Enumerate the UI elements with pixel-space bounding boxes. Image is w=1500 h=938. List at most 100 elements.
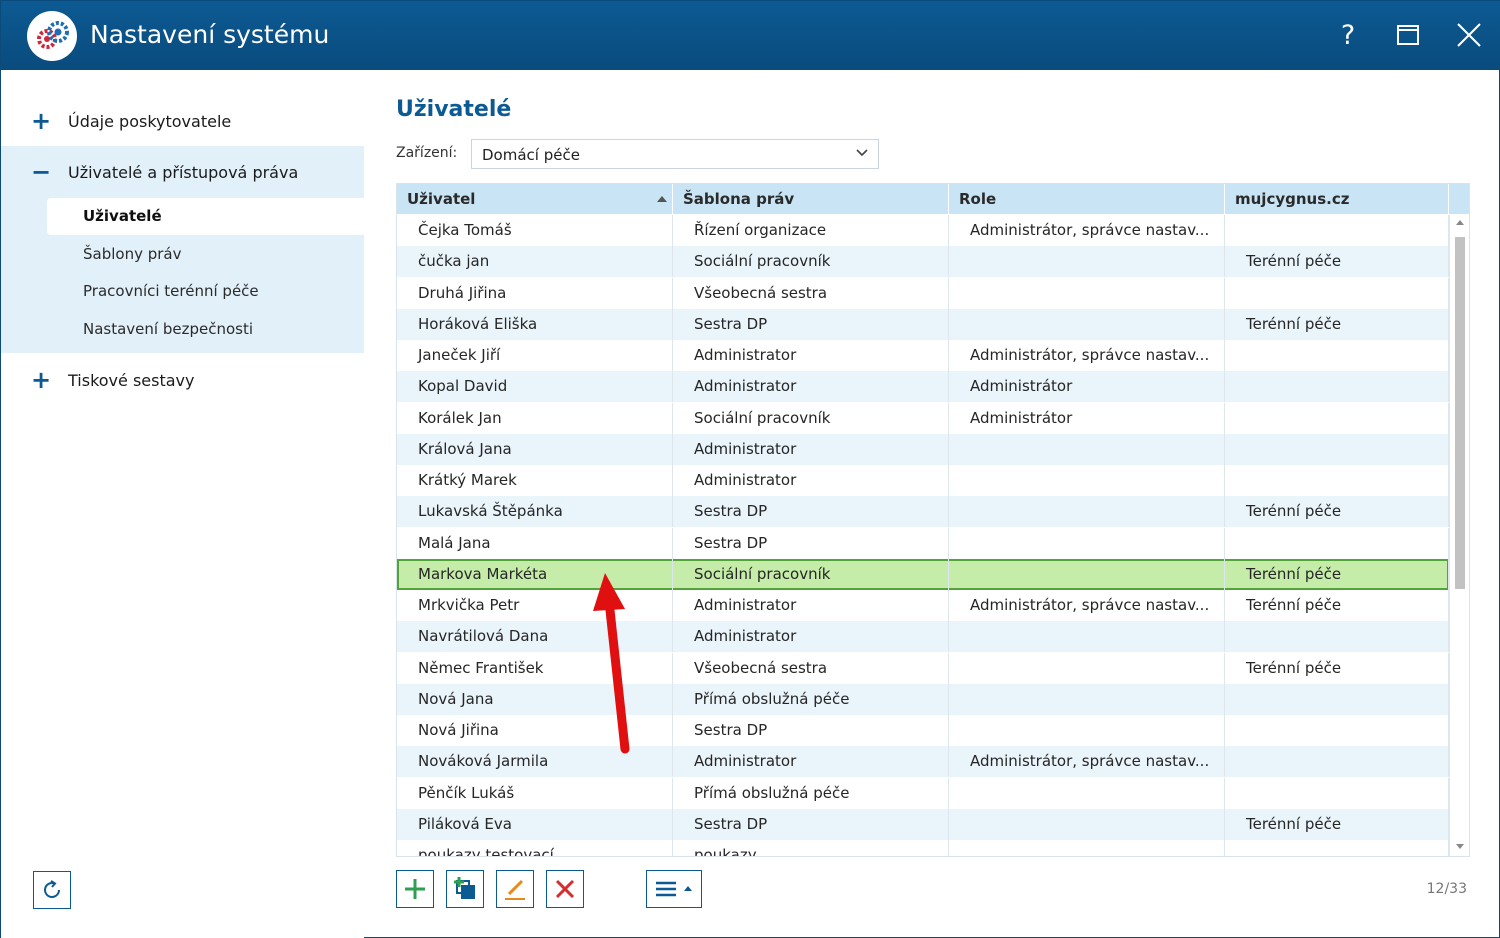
- cell-role: [949, 683, 1225, 715]
- delete-icon: [555, 879, 575, 899]
- maximize-button[interactable]: [1388, 15, 1428, 55]
- cell-mujcygnus: [1225, 465, 1449, 496]
- delete-button[interactable]: [546, 870, 584, 908]
- refresh-button[interactable]: [33, 871, 71, 909]
- table-row[interactable]: Nová Jiřina Sestra DP: [397, 715, 1449, 746]
- sidebar-section-provider-info[interactable]: + Údaje poskytovatele: [1, 96, 364, 147]
- table-row[interactable]: Mrkvička Petr Administrator Administrátor,…: [397, 590, 1449, 621]
- cell-rights-template: Administrator: [673, 433, 949, 465]
- cell-role: [949, 808, 1225, 840]
- close-button[interactable]: [1449, 15, 1489, 55]
- table-row[interactable]: Druhá Jiřina Všeobecná sestra: [397, 277, 1449, 309]
- table-row[interactable]: Králová Jana Administrator: [397, 433, 1449, 465]
- cell-role: Administrátor, správce nastav...: [949, 215, 1225, 246]
- table-row[interactable]: poukazy testovací poukazy: [397, 840, 1449, 856]
- cell-mujcygnus: [1225, 527, 1449, 559]
- cell-role: [949, 527, 1225, 559]
- menu-icon: [656, 881, 692, 897]
- cell-role: Administrátor, správce nastav...: [949, 340, 1225, 371]
- copy-add-button[interactable]: [446, 870, 484, 908]
- cell-rights-template: Sestra DP: [673, 308, 949, 340]
- cell-mujcygnus: Terénní péče: [1225, 246, 1449, 278]
- table-row[interactable]: Janeček Jiří Administrator Administrátor, …: [397, 340, 1449, 371]
- sidebar-section-print-reports[interactable]: + Tiskové sestavy: [1, 355, 364, 406]
- edit-button[interactable]: [496, 870, 534, 908]
- cell-mujcygnus: Terénní péče: [1225, 308, 1449, 340]
- cell-user: Krátký Marek: [397, 465, 673, 496]
- chevron-down-icon: [856, 149, 868, 157]
- sidebar-section-label: Tiskové sestavy: [68, 371, 195, 390]
- sidebar-section-users-and-rights[interactable]: − Uživatelé a přístupová práva: [1, 147, 364, 198]
- cell-rights-template: Sociální pracovník: [673, 558, 949, 590]
- column-header-label: Šablona práv: [683, 190, 795, 208]
- add-button[interactable]: [396, 870, 434, 908]
- sidebar-bottom-section-bg: [1, 353, 364, 938]
- table-row[interactable]: Němec František Všeobecná sestra Terénní p…: [397, 652, 1449, 684]
- scrollbar-thumb[interactable]: [1455, 237, 1465, 589]
- cell-mujcygnus: Terénní péče: [1225, 652, 1449, 684]
- cell-user: Malá Jana: [397, 527, 673, 559]
- table-row[interactable]: Piláková Eva Sestra DP Terénní péče: [397, 808, 1449, 840]
- cell-mujcygnus: Terénní péče: [1225, 808, 1449, 840]
- table-row[interactable]: Čejka Tomáš Řízení organizace Administráto…: [397, 215, 1449, 246]
- refresh-icon: [44, 880, 60, 898]
- cell-rights-template: Sestra DP: [673, 715, 949, 746]
- cell-rights-template: Přímá obslužná péče: [673, 777, 949, 809]
- column-header-rights-template[interactable]: Šablona práv: [673, 184, 949, 214]
- users-table: Uživatel Šablona práv Role mujcygnus.cz …: [396, 183, 1470, 857]
- column-header-mujcygnus[interactable]: mujcygnus.cz: [1225, 184, 1449, 214]
- table-row[interactable]: Malá Jana Sestra DP: [397, 527, 1449, 559]
- cell-role: [949, 246, 1225, 278]
- sidebar-item-label: Nastavení bezpečnosti: [83, 320, 254, 338]
- table-row[interactable]: Krátký Marek Administrator: [397, 465, 1449, 496]
- title-bar: Nastavení systému ?: [1, 1, 1500, 70]
- sidebar-item-label: Pracovníci terénní péče: [83, 282, 259, 300]
- sidebar-item-field-care-workers[interactable]: Pracovníci terénní péče: [1, 273, 364, 310]
- vertical-scrollbar[interactable]: [1449, 215, 1469, 856]
- cell-role: [949, 840, 1225, 856]
- cell-role: [949, 496, 1225, 528]
- cell-rights-template: Administrator: [673, 340, 949, 371]
- table-row[interactable]: Korálek Jan Sociální pracovník Administrát…: [397, 402, 1449, 434]
- scroll-down-icon[interactable]: [1456, 844, 1464, 849]
- table-row[interactable]: Lukavská Štěpánka Sestra DP Terénní péče: [397, 496, 1449, 528]
- sidebar-item-label: Uživatelé: [83, 207, 162, 225]
- column-header-role[interactable]: Role: [949, 184, 1225, 214]
- table-header: Uživatel Šablona práv Role mujcygnus.cz: [397, 184, 1469, 214]
- column-header-label: mujcygnus.cz: [1235, 190, 1350, 208]
- cell-mujcygnus: [1225, 777, 1449, 809]
- maximize-icon: [1397, 25, 1419, 45]
- record-counter: 12/33: [1426, 881, 1467, 897]
- help-button[interactable]: ?: [1328, 15, 1368, 55]
- cell-user: čučka jan: [397, 246, 673, 278]
- cell-rights-template: Přímá obslužná péče: [673, 683, 949, 715]
- cell-rights-template: Sestra DP: [673, 808, 949, 840]
- table-row[interactable]: čučka jan Sociální pracovník Terénní péče: [397, 246, 1449, 278]
- sidebar-item-security-settings[interactable]: Nastavení bezpečnosti: [1, 311, 364, 348]
- cell-rights-template: Administrator: [673, 621, 949, 653]
- more-actions-menu-button[interactable]: [646, 870, 702, 908]
- cell-role: [949, 465, 1225, 496]
- table-row[interactable]: Kopal David Administrator Administrátor: [397, 371, 1449, 403]
- cell-mujcygnus: Terénní péče: [1225, 558, 1449, 590]
- table-row[interactable]: Horáková Eliška Sestra DP Terénní péče: [397, 308, 1449, 340]
- cell-role: Administrátor, správce nastav...: [949, 590, 1225, 621]
- edit-icon: [505, 879, 525, 900]
- table-row[interactable]: Navrátilová Dana Administrator: [397, 621, 1449, 653]
- facility-select[interactable]: Domácí péče: [471, 139, 879, 169]
- sidebar-item-users[interactable]: Uživatelé: [47, 198, 364, 235]
- table-row[interactable]: Nová Jana Přímá obslužná péče: [397, 683, 1449, 715]
- cell-role: [949, 558, 1225, 590]
- table-row-selected[interactable]: Markova Markéta Sociální pracovník Terénní…: [397, 558, 1449, 590]
- cell-mujcygnus: Terénní péče: [1225, 590, 1449, 621]
- scroll-up-icon[interactable]: [1456, 220, 1464, 225]
- cell-rights-template: Sociální pracovník: [673, 246, 949, 278]
- sidebar-item-rights-templates[interactable]: Šablony práv: [1, 236, 364, 273]
- cell-rights-template: Sestra DP: [673, 527, 949, 559]
- cell-mujcygnus: [1225, 277, 1449, 309]
- cell-role: [949, 652, 1225, 684]
- column-header-label: Role: [959, 190, 997, 208]
- table-row[interactable]: Nováková Jarmila Administrator Administrát…: [397, 746, 1449, 778]
- table-row[interactable]: Pěnčík Lukáš Přímá obslužná péče: [397, 777, 1449, 809]
- column-header-user[interactable]: Uživatel: [397, 184, 673, 214]
